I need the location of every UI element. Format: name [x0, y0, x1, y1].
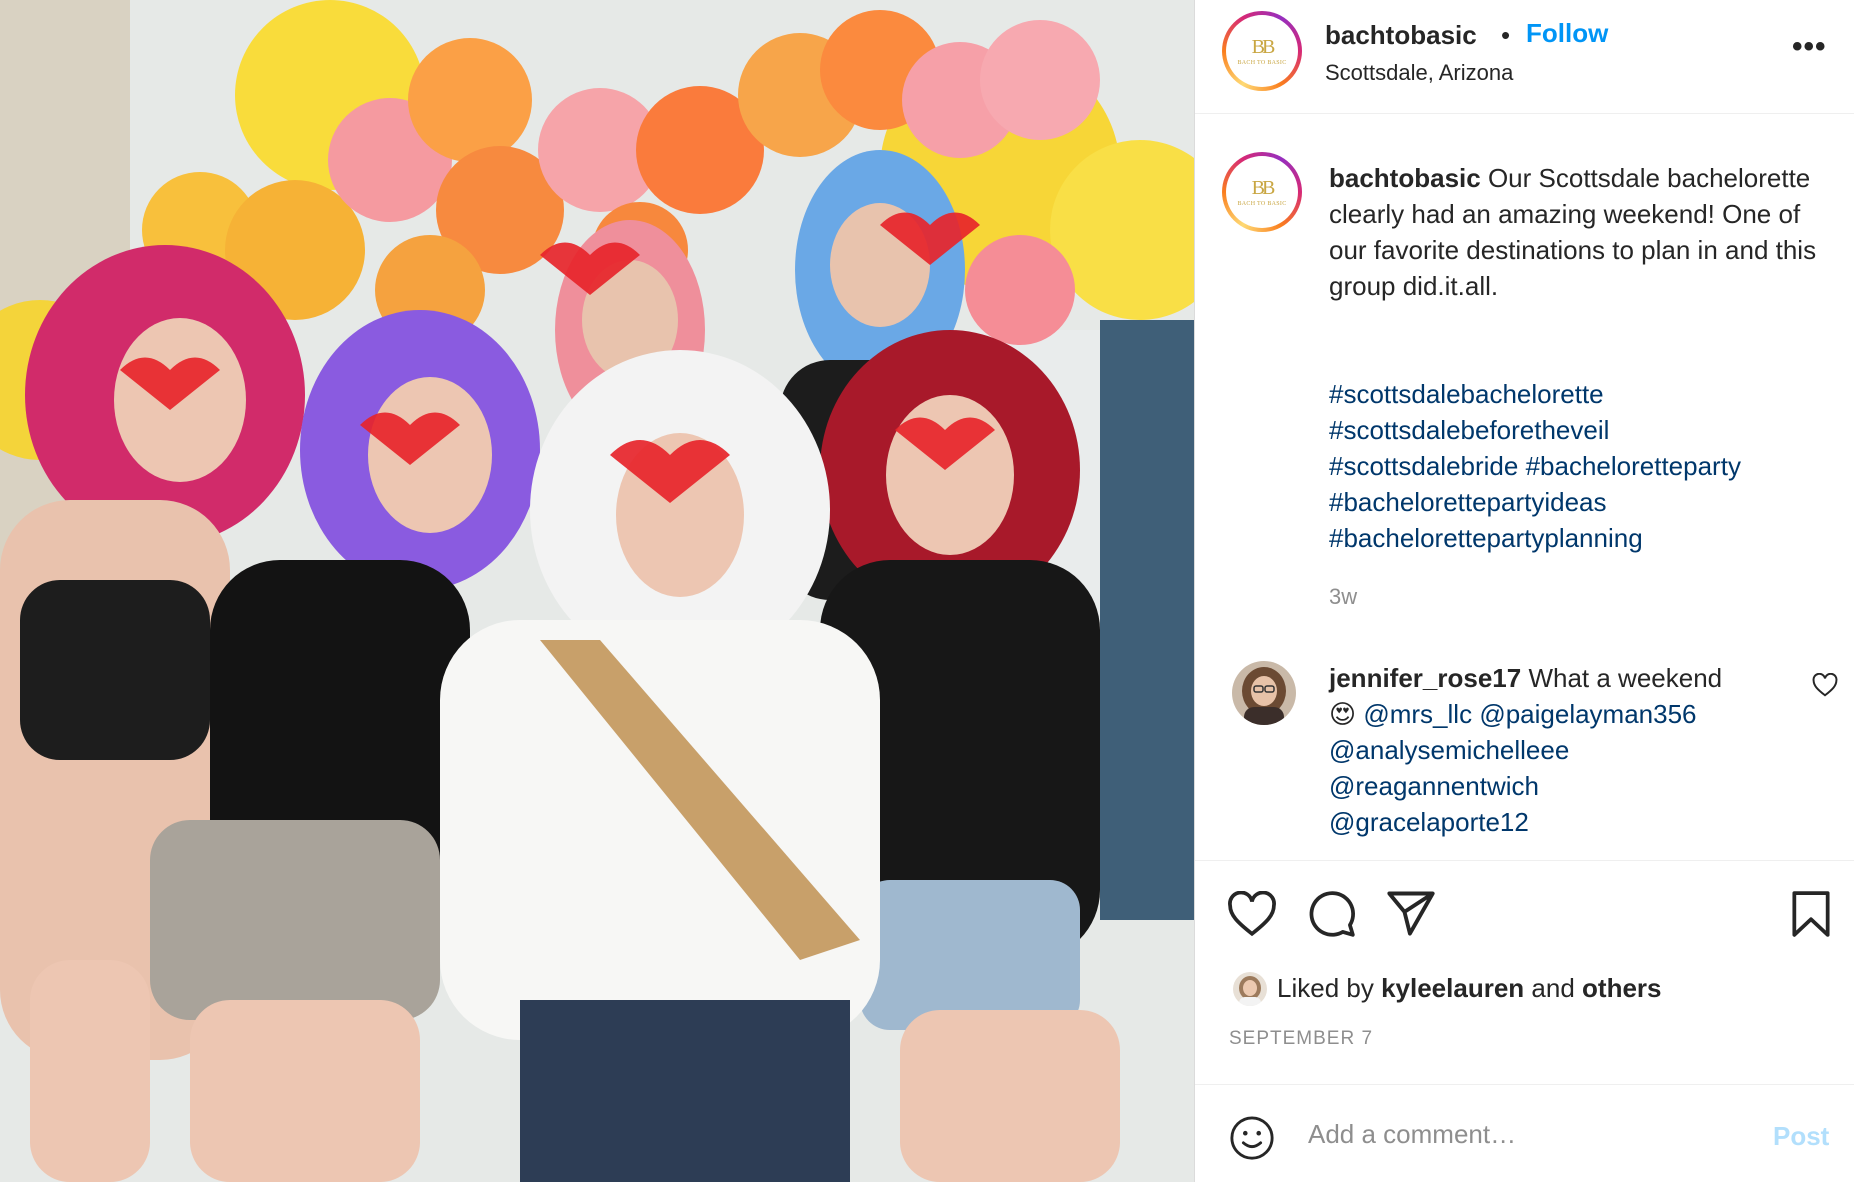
hashtag-link[interactable]: #scottsdalebeforetheveil	[1329, 415, 1609, 445]
mention-link[interactable]: @mrs_llc	[1363, 699, 1472, 729]
bookmark-icon[interactable]	[1789, 889, 1833, 939]
post-comment-button[interactable]: Post	[1773, 1121, 1829, 1152]
account-avatar[interactable]: BB BACH TO BASIC	[1222, 11, 1302, 91]
comment-icon[interactable]	[1307, 889, 1357, 939]
hashtag-list: #scottsdalebachelorette #scottsdalebefor…	[1329, 376, 1849, 556]
like-comment-icon[interactable]	[1812, 673, 1838, 697]
caption-username[interactable]: bachtobasic	[1329, 163, 1481, 193]
comment-input[interactable]	[1308, 1113, 1748, 1155]
post-time-ago[interactable]: 3w	[1329, 584, 1357, 610]
post-details-panel: BB BACH TO BASIC bachtobasic • Follow Sc…	[1194, 0, 1854, 1182]
emoji-icon[interactable]	[1229, 1115, 1275, 1161]
mention-link[interactable]: @paigelayman356	[1479, 699, 1696, 729]
commenter-avatar[interactable]	[1232, 661, 1296, 725]
hashtag-link[interactable]: #bacheloretteparty	[1526, 451, 1741, 481]
username-link[interactable]: bachtobasic	[1325, 20, 1477, 51]
post-date[interactable]: SEPTEMBER 7	[1229, 1028, 1373, 1050]
share-icon[interactable]	[1385, 889, 1437, 937]
action-bar	[1195, 860, 1854, 937]
brand-subtext: BACH TO BASIC	[1237, 200, 1287, 207]
brand-monogram: BB	[1251, 35, 1276, 58]
brand-monogram: BB	[1251, 176, 1276, 199]
more-icon[interactable]: •••	[1792, 30, 1827, 64]
comment-emoji: 😍	[1329, 699, 1357, 729]
photo-illustration	[0, 0, 1194, 1182]
caption-text: bachtobasic Our Scottsdale bachelorette …	[1329, 160, 1829, 304]
likes-joiner: and	[1531, 973, 1575, 1003]
add-comment-bar: Post	[1195, 1084, 1854, 1182]
mention-link[interactable]: @reagannentwich	[1329, 771, 1539, 801]
comment-text: jennifer_rose17 What a weekend 😍 @mrs_ll…	[1329, 660, 1769, 840]
commenter-username[interactable]: jennifer_rose17	[1329, 663, 1521, 693]
hashtag-link[interactable]: #bachelorettepartyplanning	[1329, 523, 1643, 553]
hashtag-link[interactable]: #scottsdalebachelorette	[1329, 379, 1604, 409]
liker-avatar[interactable]	[1233, 972, 1267, 1006]
post-photo[interactable]	[0, 0, 1194, 1182]
comment-body: What a weekend	[1528, 663, 1723, 693]
separator-dot: •	[1501, 20, 1511, 50]
mention-link[interactable]: @analysemichelleee	[1329, 735, 1569, 765]
liker-username[interactable]: kyleelauren	[1381, 973, 1524, 1003]
follow-button[interactable]: Follow	[1526, 18, 1608, 49]
mention-link[interactable]: @gracelaporte12	[1329, 807, 1529, 837]
brand-subtext: BACH TO BASIC	[1237, 59, 1287, 66]
likes-summary: Liked by kyleelauren and others	[1277, 973, 1662, 1004]
hashtag-link[interactable]: #bachelorettepartyideas	[1329, 487, 1607, 517]
post-header: BB BACH TO BASIC bachtobasic • Follow Sc…	[1195, 0, 1854, 114]
caption-avatar[interactable]: BB BACH TO BASIC	[1222, 152, 1302, 232]
likes-prefix: Liked by	[1277, 973, 1374, 1003]
likes-others-link[interactable]: others	[1582, 973, 1661, 1003]
hashtag-link[interactable]: #scottsdalebride	[1329, 451, 1518, 481]
location-link[interactable]: Scottsdale, Arizona	[1325, 60, 1513, 86]
heart-icon[interactable]	[1227, 891, 1277, 937]
